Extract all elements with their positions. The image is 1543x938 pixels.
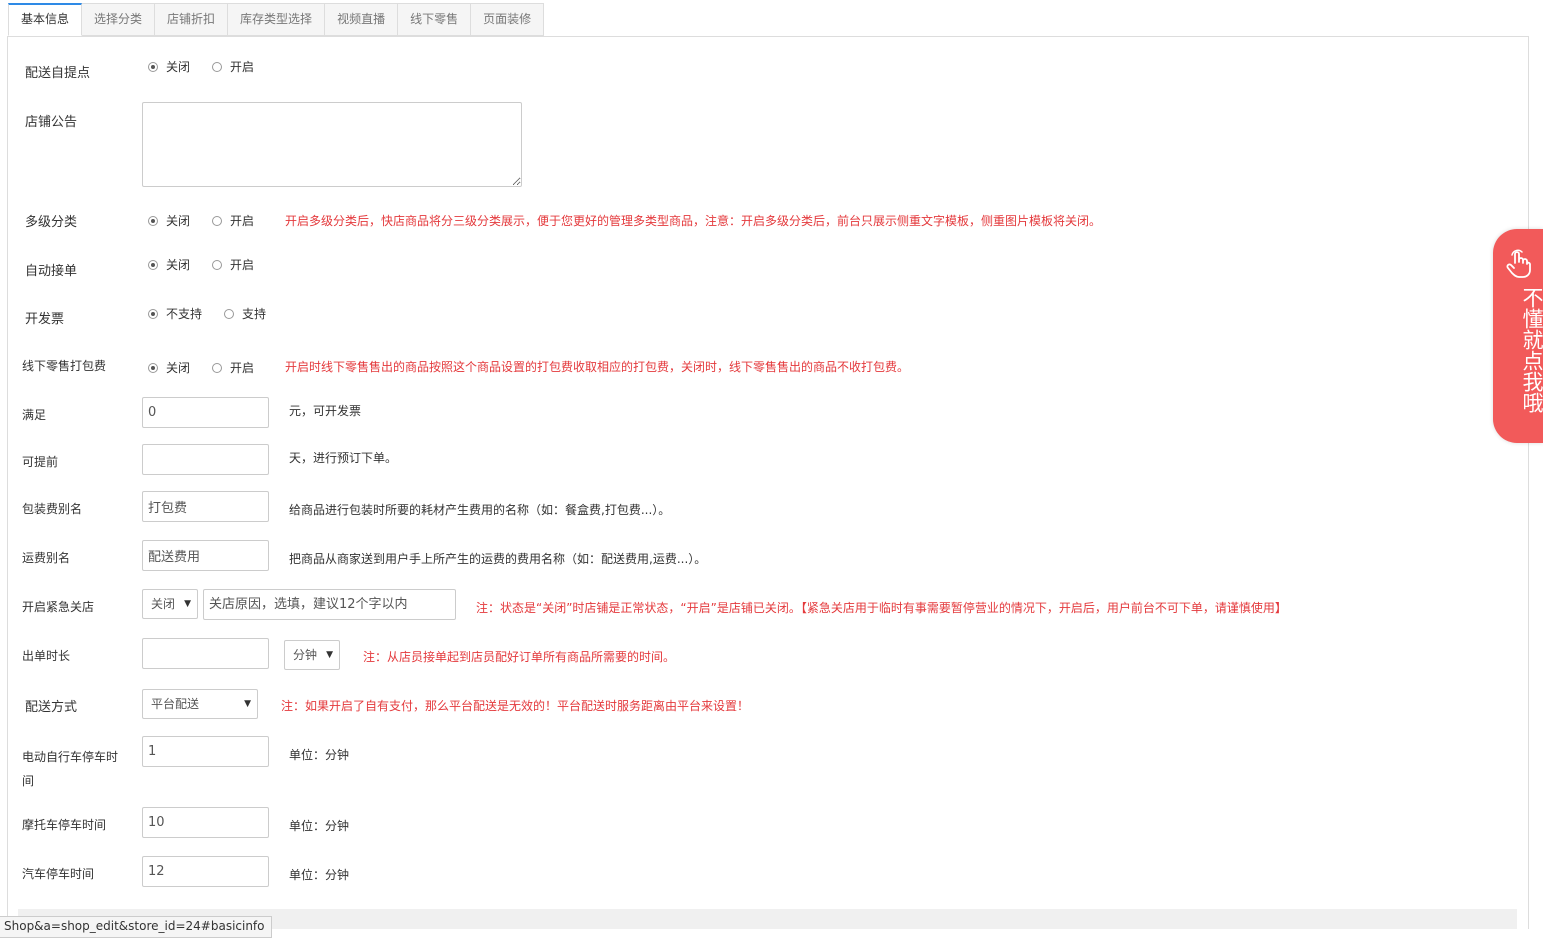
- select-value: 平台配送: [151, 697, 200, 711]
- prep-time-note: 注：从店员接单起到店员配好订单所有商品所需要的时间。: [363, 650, 676, 664]
- emergency-close-label: 开启紧急关店: [22, 600, 95, 614]
- pack-fee-alias-hint: 给商品进行包装时所要的耗材产生费用的名称（如：餐盒费,打包费...）。: [289, 503, 671, 517]
- car-parking-input[interactable]: [142, 856, 269, 887]
- radio-label: 支持: [242, 307, 267, 321]
- radio-unchecked-icon: [212, 61, 222, 72]
- prep-time-input[interactable]: [142, 638, 269, 669]
- help-float-button[interactable]: 不懂就点我哦: [1493, 229, 1543, 443]
- car-parking-unit: 单位：分钟: [289, 868, 350, 882]
- tab-bar: 基本信息 选择分类 店铺折扣 库存类型选择 视频直播 线下零售 页面装修: [8, 3, 545, 36]
- radio-checked-icon: [148, 362, 158, 373]
- close-reason-input[interactable]: [203, 589, 456, 620]
- hand-pointer-icon: [1506, 249, 1531, 278]
- help-float-text: 不懂就点我哦: [1520, 287, 1543, 413]
- dropdown-arrow-icon: ▼: [244, 699, 251, 709]
- invoice-min-suffix: 元，可开发票: [289, 404, 362, 418]
- ebike-parking-input[interactable]: [142, 736, 269, 767]
- freight-alias-hint: 把商品从商家送到用户手上所产生的运费的费用名称（如：配送费用,运费...）。: [289, 552, 707, 566]
- offline-pack-fee-on-radio[interactable]: 开启: [212, 359, 254, 376]
- radio-checked-icon: [148, 308, 158, 319]
- invoice-yes-radio[interactable]: 支持: [224, 305, 266, 322]
- emergency-close-select[interactable]: 关闭 ▼: [142, 589, 198, 619]
- multi-category-label: 多级分类: [25, 215, 78, 230]
- freight-alias-label: 运费别名: [22, 551, 71, 565]
- invoice-min-input[interactable]: [142, 397, 269, 428]
- delivery-method-note: 注：如果开启了自有支付，那么平台配送是无效的！平台配送时服务距离由平台来设置！: [281, 699, 750, 713]
- pickup-label: 配送自提点: [25, 66, 91, 81]
- moto-parking-unit: 单位：分钟: [289, 819, 350, 833]
- car-parking-label: 汽车停车时间: [22, 867, 95, 881]
- emergency-close-note: 注：状态是“关闭”时店铺是正常状态，“开启”是店铺已关闭。【紧急关店用于临时有事…: [476, 601, 1287, 615]
- store-notice-textarea[interactable]: [142, 102, 522, 187]
- dropdown-arrow-icon: ▼: [326, 650, 333, 660]
- pickup-off-radio[interactable]: 关闭: [148, 58, 190, 75]
- invoice-min-label: 满足: [22, 408, 47, 422]
- delivery-method-select[interactable]: 平台配送 ▼: [142, 689, 258, 719]
- radio-label: 开启: [230, 258, 255, 272]
- ebike-parking-unit: 单位：分钟: [289, 748, 350, 762]
- tab-live-video[interactable]: 视频直播: [325, 3, 399, 36]
- pickup-on-radio[interactable]: 开启: [212, 58, 254, 75]
- multi-category-on-radio[interactable]: 开启: [212, 212, 254, 229]
- pack-fee-alias-input[interactable]: [142, 491, 269, 522]
- multi-category-note: 开启多级分类后，快店商品将分三级分类展示，便于您更好的管理多类型商品，注意：开启…: [285, 214, 1102, 228]
- radio-label: 不支持: [166, 307, 203, 321]
- tab-offline-retail[interactable]: 线下零售: [398, 3, 472, 36]
- invoice-label: 开发票: [25, 312, 65, 327]
- notice-label: 店铺公告: [25, 115, 78, 130]
- ebike-parking-label: 电动自行车停车时间: [22, 750, 119, 788]
- advance-days-label: 可提前: [22, 455, 59, 469]
- radio-label: 关闭: [166, 258, 191, 272]
- offline-pack-fee-label: 线下零售打包费: [22, 359, 107, 373]
- radio-checked-icon: [148, 61, 158, 72]
- radio-label: 关闭: [166, 361, 191, 375]
- radio-unchecked-icon: [212, 215, 222, 226]
- select-value: 分钟: [293, 648, 318, 662]
- advance-days-input[interactable]: [142, 444, 269, 475]
- tab-select-category[interactable]: 选择分类: [82, 3, 156, 36]
- radio-checked-icon: [148, 259, 158, 270]
- radio-label: 开启: [230, 214, 255, 228]
- radio-unchecked-icon: [212, 259, 222, 270]
- dropdown-arrow-icon: ▼: [184, 599, 191, 609]
- invoice-no-radio[interactable]: 不支持: [148, 305, 202, 322]
- auto-accept-off-radio[interactable]: 关闭: [148, 256, 190, 273]
- pack-fee-alias-label: 包装费别名: [22, 502, 83, 516]
- radio-label: 开启: [230, 361, 255, 375]
- radio-label: 关闭: [166, 214, 191, 228]
- tab-stock-type[interactable]: 库存类型选择: [228, 3, 326, 36]
- radio-label: 开启: [230, 60, 255, 74]
- advance-days-suffix: 天，进行预订下单。: [289, 451, 398, 465]
- radio-label: 关闭: [166, 60, 191, 74]
- prep-time-unit-select[interactable]: 分钟 ▼: [284, 640, 340, 670]
- browser-status-url: Shop&a=shop_edit&store_id=24#basicinfo: [0, 916, 272, 938]
- auto-accept-on-radio[interactable]: 开启: [212, 256, 254, 273]
- delivery-method-label: 配送方式: [25, 700, 78, 715]
- prep-time-label: 出单时长: [22, 649, 71, 663]
- radio-checked-icon: [148, 215, 158, 226]
- tab-store-discount[interactable]: 店铺折扣: [155, 3, 229, 36]
- offline-pack-fee-off-radio[interactable]: 关闭: [148, 359, 190, 376]
- moto-parking-label: 摩托车停车时间: [22, 818, 107, 832]
- offline-pack-fee-note: 开启时线下零售售出的商品按照这个商品设置的打包费收取相应的打包费，关闭时，线下零…: [285, 360, 910, 374]
- radio-unchecked-icon: [212, 362, 222, 373]
- auto-accept-label: 自动接单: [25, 264, 78, 279]
- freight-alias-input[interactable]: [142, 540, 269, 571]
- moto-parking-input[interactable]: [142, 807, 269, 838]
- select-value: 关闭: [151, 597, 176, 611]
- tab-page-decoration[interactable]: 页面装修: [471, 3, 545, 36]
- radio-unchecked-icon: [224, 308, 234, 319]
- tab-basic-info[interactable]: 基本信息: [8, 3, 83, 36]
- multi-category-off-radio[interactable]: 关闭: [148, 212, 190, 229]
